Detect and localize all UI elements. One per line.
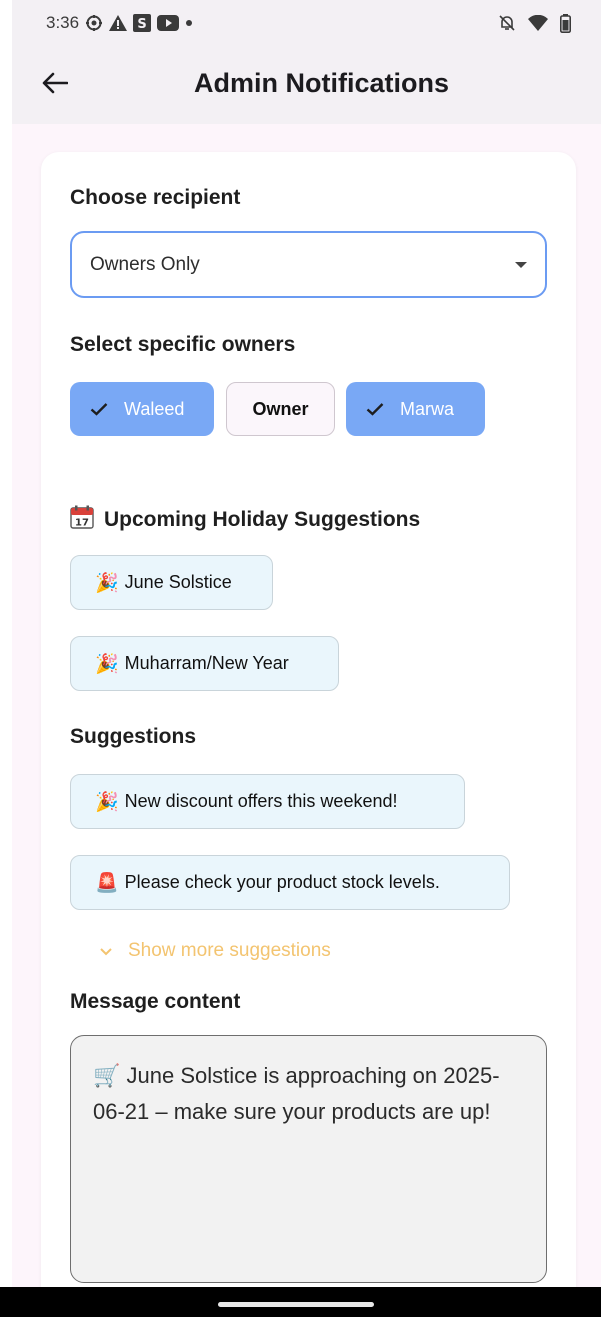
calendar-icon: 17 xyxy=(70,505,94,535)
show-more-label: Show more suggestions xyxy=(128,940,331,961)
status-bar: 3:36 S xyxy=(12,0,601,46)
battery-icon xyxy=(560,13,571,33)
home-gesture-handle[interactable] xyxy=(218,1302,374,1307)
holiday-suggestion[interactable]: 🎉 Muharram/New Year xyxy=(70,636,339,691)
svg-text:17: 17 xyxy=(75,518,89,529)
owners-label: Select specific owners xyxy=(70,333,296,356)
holiday-suggestion-text: June Solstice xyxy=(124,572,232,592)
screen: 3:36 S Admin Notifications Choose recipi… xyxy=(12,0,601,1317)
dot-icon xyxy=(185,19,193,27)
owner-chip-label: Owner xyxy=(252,398,309,419)
status-left: 3:36 S xyxy=(46,13,193,33)
app-bar: Admin Notifications xyxy=(12,46,601,124)
check-icon xyxy=(90,402,108,416)
s-box-icon: S xyxy=(133,14,152,32)
message-suggestion-text: New discount offers this weekend! xyxy=(124,791,398,811)
message-suggestion[interactable]: 🚨 Please check your product stock levels… xyxy=(70,855,510,910)
bell-off-icon xyxy=(498,14,516,32)
holiday-suggestion[interactable]: 🎉 June Solstice xyxy=(70,555,273,610)
warning-icon xyxy=(109,15,128,31)
chevron-down-icon xyxy=(100,940,112,962)
gear-icon xyxy=(85,14,103,32)
page-title: Admin Notifications xyxy=(194,68,449,98)
owner-chip-waleed[interactable]: Waleed xyxy=(70,382,214,436)
owner-chip-owner[interactable]: Owner xyxy=(226,382,335,436)
check-icon xyxy=(366,402,384,416)
owner-chip-label: Marwa xyxy=(400,398,455,419)
svg-text:S: S xyxy=(137,17,146,32)
holiday-suggestion-text: Muharram/New Year xyxy=(124,653,289,673)
message-content-field[interactable]: 🛒 June Solstice is approaching on 2025-0… xyxy=(70,1035,547,1283)
message-suggestion[interactable]: 🎉 New discount offers this weekend! xyxy=(70,774,465,829)
holidays-label: Upcoming Holiday Suggestions xyxy=(104,508,421,531)
owner-chip-marwa[interactable]: Marwa xyxy=(346,382,485,436)
siren-icon: 🚨 xyxy=(95,872,119,894)
holidays-heading: 17 Upcoming Holiday Suggestions xyxy=(70,505,420,535)
recipient-dropdown[interactable]: Owners Only xyxy=(70,231,547,298)
party-popper-icon: 🎉 xyxy=(95,572,119,594)
recipient-label: Choose recipient xyxy=(70,186,241,209)
message-label: Message content xyxy=(70,990,241,1013)
youtube-icon xyxy=(157,15,180,31)
wifi-icon xyxy=(528,15,548,31)
recipient-selected-value: Owners Only xyxy=(90,253,200,275)
message-suggestion-text: Please check your product stock levels. xyxy=(124,872,440,892)
suggestions-label: Suggestions xyxy=(70,725,197,748)
owner-chip-label: Waleed xyxy=(124,398,185,419)
party-popper-icon: 🎉 xyxy=(95,791,119,813)
caret-down-icon xyxy=(515,261,527,268)
party-popper-icon: 🎉 xyxy=(95,653,119,675)
show-more-suggestions-button[interactable]: Show more suggestions xyxy=(100,936,331,966)
status-right xyxy=(498,13,571,33)
status-time: 3:36 xyxy=(46,13,80,32)
